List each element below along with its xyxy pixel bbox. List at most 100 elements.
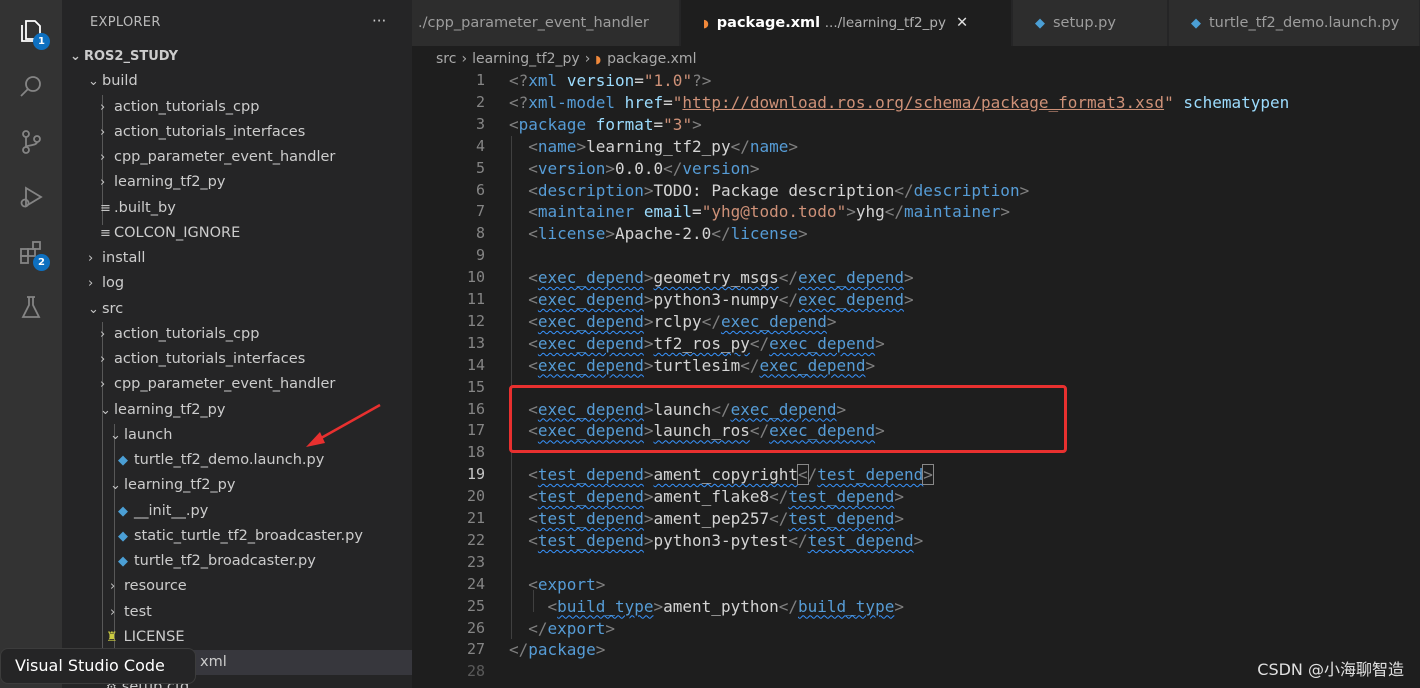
code-line: 6 <description>TODO: Package description… [412, 180, 1420, 202]
line-number: 22 [466, 530, 485, 549]
python-file-icon: ◆ [118, 529, 128, 544]
license-value: Apache-2.0 [614, 224, 712, 244]
line-number: 9 [475, 246, 485, 265]
tree-label: build [102, 73, 138, 89]
tree-folder[interactable]: › cpp_parameter_event_handler [62, 372, 412, 397]
tree-label: ROS2_STUDY [84, 49, 179, 64]
license-file-icon: ♜ [106, 630, 118, 645]
watermark: CSDN @小海聊智造 [1257, 660, 1404, 679]
tree-folder[interactable]: › action_tutorials_interfaces [62, 347, 412, 372]
tree-folder[interactable]: › action_tutorials_interfaces [62, 120, 412, 145]
exec-depend-value: turtlesim [653, 355, 741, 375]
tree-label: xml [200, 654, 227, 670]
tree-folder-install[interactable]: › install [62, 246, 412, 271]
test-depend-value: python3-pytest [653, 530, 789, 550]
code-line: 5 <version>0.0.0</version> [412, 158, 1420, 180]
exec-depend-value: rclpy [653, 311, 702, 331]
tree-file[interactable]: ◆ turtle_tf2_broadcaster.py [62, 549, 412, 574]
line-number: 5 [475, 158, 485, 177]
code-line: 3 <package format="3"> [412, 114, 1420, 136]
tree-folder[interactable]: › test [62, 600, 412, 625]
code-attr: schematypen [1183, 92, 1290, 112]
tree-label: cpp_parameter_event_handler [114, 376, 336, 392]
tree-label: install [102, 250, 146, 266]
tree-folder-log[interactable]: › log [62, 271, 412, 296]
package-description-value: TODO: Package description [653, 180, 895, 200]
tab-label: turtle_tf2_demo.launch.py [1209, 15, 1400, 31]
activity-bar: 1 2 [0, 0, 62, 688]
tree-folder[interactable]: › action_tutorials_cpp [62, 95, 412, 120]
chevron-right-icon: › [100, 175, 106, 190]
tree-file[interactable]: ≡ COLCON_IGNORE [62, 221, 412, 246]
source-control-icon[interactable] [14, 125, 48, 159]
line-number: 13 [466, 333, 485, 352]
tree-file[interactable]: ≡ .built_by [62, 196, 412, 221]
explorer-badge: 1 [33, 33, 50, 50]
tree-folder[interactable]: › cpp_parameter_event_handler [62, 145, 412, 170]
tree-label: action_tutorials_interfaces [114, 351, 306, 367]
line-number: 15 [466, 377, 485, 396]
package-name-value: learning_tf2_py [586, 136, 731, 156]
tree-label: learning_tf2_py [124, 477, 236, 493]
line-number: 18 [466, 443, 485, 462]
line-number: 4 [475, 136, 485, 155]
tree-file[interactable]: ◆ __init__.py [62, 499, 412, 524]
code-line: 1 <?xml version="1.0"?> [412, 70, 1420, 92]
python-file-icon: ◆ [118, 504, 128, 519]
tree-file[interactable]: ♜ LICENSE [62, 625, 412, 650]
tab-cpp-parameter-event-handler[interactable]: ./cpp_parameter_event_handler [412, 0, 680, 46]
tree-label: resource [124, 578, 187, 594]
tree-folder-src[interactable]: ⌄ src [62, 297, 412, 322]
tab-label: setup.py [1053, 15, 1116, 31]
explorer-sidebar: EXPLORER ··· ⌄ ROS2_STUDY ⌄ build › action_… [62, 0, 412, 688]
line-number: 2 [475, 92, 485, 111]
testing-flask-icon[interactable] [14, 290, 48, 324]
run-debug-icon[interactable] [14, 180, 48, 214]
tree-label: action_tutorials_interfaces [114, 124, 306, 140]
tab-turtle-tf2-demo-launch[interactable]: ◆ turtle_tf2_demo.launch.py [1169, 0, 1420, 46]
line-number: 26 [466, 618, 485, 637]
app-tooltip: Visual Studio Code [0, 648, 196, 684]
exec-depend-value: python3-numpy [653, 290, 779, 309]
schema-link[interactable]: http://download.ros.org/schema/package_f… [682, 93, 1164, 112]
chevron-down-icon: ⌄ [70, 49, 81, 64]
line-number: 24 [466, 574, 485, 593]
tree-folder[interactable]: ⌄ learning_tf2_py [62, 473, 412, 498]
code-line: 13 <exec_depend>tf2_ros_py</exec_depend> [412, 333, 1420, 355]
tree-folder-build[interactable]: ⌄ build [62, 69, 412, 94]
line-number: 16 [466, 399, 485, 418]
chevron-down-icon: ⌄ [110, 428, 121, 443]
chevron-right-icon: › [584, 51, 591, 67]
tree-label: log [102, 275, 125, 291]
extensions-badge: 2 [33, 254, 50, 271]
code-line: 4 <name>learning_tf2_py</name> [412, 136, 1420, 158]
more-actions-icon[interactable]: ··· [372, 12, 386, 30]
search-icon[interactable] [14, 70, 48, 104]
breadcrumb-item[interactable]: learning_tf2_py [472, 51, 580, 67]
chevron-right-icon: › [100, 377, 106, 392]
python-file-icon: ◆ [118, 453, 128, 468]
close-icon[interactable]: ✕ [956, 15, 968, 31]
chevron-down-icon: ⌄ [88, 302, 99, 317]
tree-folder[interactable]: › resource [62, 574, 412, 599]
package-format-value: 3 [672, 114, 683, 134]
tree-file[interactable]: ◆ static_turtle_tf2_broadcaster.py [62, 524, 412, 549]
tree-folder[interactable]: › learning_tf2_py [62, 170, 412, 195]
tab-package-xml[interactable]: ◗ package.xml .../learning_tf2_py ✕ [681, 0, 1012, 46]
line-number: 23 [466, 552, 485, 571]
breadcrumb-item[interactable]: package.xml [607, 51, 696, 67]
tab-setup-py[interactable]: ◆ setup.py [1013, 0, 1168, 46]
line-number: 6 [475, 180, 485, 199]
code-line: 11 <exec_depend>python3-numpy</exec_depe… [412, 289, 1420, 311]
breadcrumb-item[interactable]: src [436, 51, 456, 67]
xml-version-value: 1.0 [653, 71, 683, 90]
line-number: 17 [466, 421, 485, 440]
tree-label: learning_tf2_py [114, 402, 226, 418]
tree-folder-root[interactable]: ⌄ ROS2_STUDY [62, 44, 412, 69]
code-editor[interactable]: 1 <?xml version="1.0"?> 2 <?xml-model href… [412, 70, 1420, 688]
tree-label: .built_by [114, 200, 176, 216]
line-number: 10 [466, 268, 485, 287]
tree-folder[interactable]: › action_tutorials_cpp [62, 322, 412, 347]
chevron-right-icon: › [461, 51, 468, 67]
chevron-right-icon: › [100, 352, 106, 367]
